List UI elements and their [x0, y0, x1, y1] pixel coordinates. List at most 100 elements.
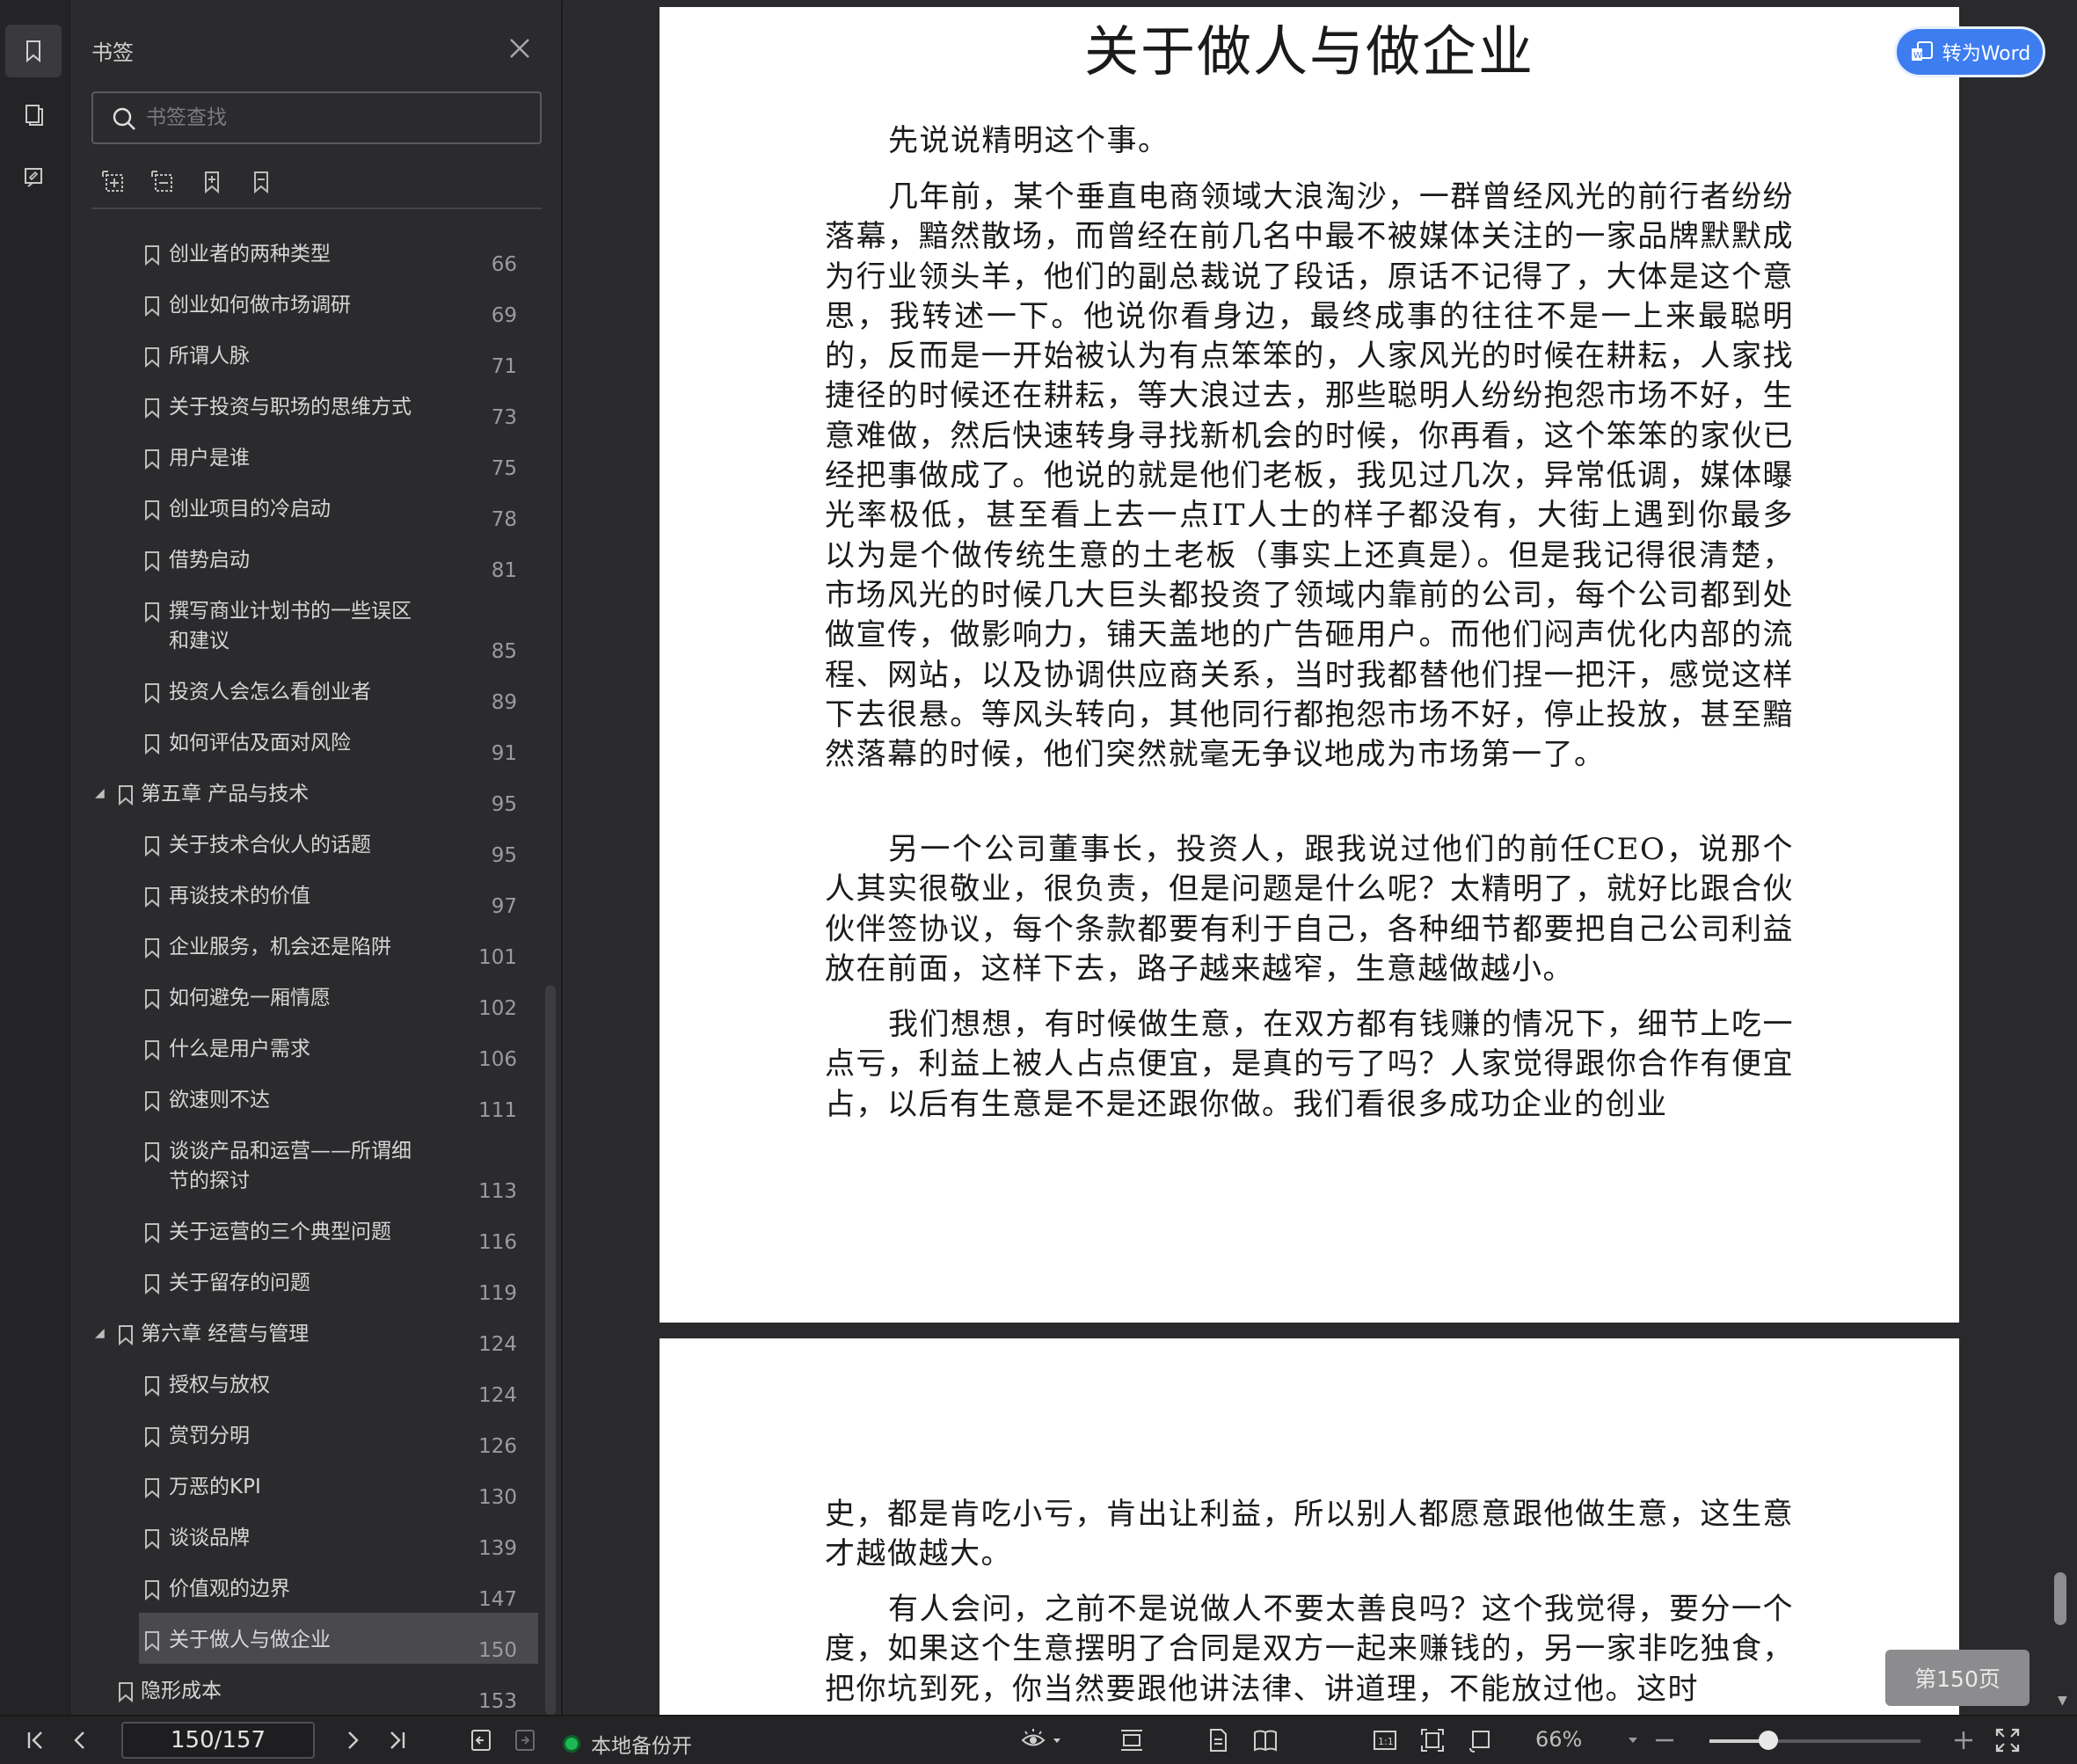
paragraph: 先说说精明这个事。 [888, 123, 1170, 158]
first-page-button[interactable] [23, 1727, 49, 1753]
bookmark-item[interactable]: 关于留存的问题 119 [91, 1270, 542, 1321]
bookmark-item[interactable]: 赏罚分明 126 [91, 1423, 542, 1474]
bookmark-label: 授权与放权 [169, 1374, 270, 1396]
eye-protection-button[interactable] [1020, 1727, 1064, 1753]
bookmark-label: 投资人会怎么看创业者 [169, 681, 371, 703]
page-forward-icon [515, 1730, 535, 1751]
zoom-in-button[interactable] [1950, 1727, 1977, 1753]
bookmark-page-number: 78 [491, 508, 517, 531]
bookmark-panel-button[interactable] [5, 25, 62, 77]
bookmark-label: 创业项目的冷启动 [169, 498, 331, 521]
zoom-dropdown-button[interactable] [1620, 1727, 1646, 1753]
bookmark-item[interactable]: 所谓人脉 71 [91, 343, 542, 394]
fullscreen-button[interactable] [1994, 1727, 2021, 1753]
bookmark-item[interactable]: 如何评估及面对风险 91 [91, 730, 542, 781]
bookmark-item[interactable]: 万恶的KPI 130 [91, 1474, 542, 1525]
thumbnail-panel-button[interactable] [5, 88, 62, 141]
zoom-out-button[interactable] [1651, 1727, 1678, 1753]
bookmark-icon [145, 500, 159, 521]
single-page-button[interactable] [1205, 1727, 1231, 1753]
collapse-all-button[interactable] [149, 169, 176, 195]
fit-width-button[interactable] [1119, 1727, 1145, 1753]
zoom-value[interactable]: 66% [1535, 1727, 1582, 1752]
bookmark-icon [145, 551, 159, 572]
left-rail [0, 0, 70, 1715]
collapse-all-icon [151, 171, 172, 192]
bookmark-item[interactable]: 企业服务，机会还是陷阱 101 [91, 934, 542, 985]
sidebar-scrollbar[interactable] [545, 985, 556, 1715]
bookmark-item[interactable]: 关于运营的三个典型问题 116 [91, 1219, 542, 1270]
annotation-icon [25, 168, 42, 187]
collapse-triangle-icon[interactable]: ◢ [95, 786, 105, 800]
bookmark-item[interactable]: 借势启动 81 [91, 547, 542, 598]
local-backup-status[interactable]: 本地备份开 [563, 1729, 692, 1759]
first-page-icon [27, 1731, 42, 1749]
convert-to-word-button[interactable]: W 转为Word [1894, 26, 2045, 77]
bookmark-item[interactable]: ◢ 第六章 经营与管理 124 [91, 1321, 542, 1372]
bookmark-search-input[interactable] [146, 106, 515, 129]
bookmark-item[interactable]: 关于技术合伙人的话题 95 [91, 832, 542, 883]
bookmark-icon [145, 1427, 159, 1447]
bookmark-item[interactable]: 用户是谁 75 [91, 445, 542, 496]
previous-page-button[interactable] [67, 1727, 93, 1753]
bookmark-item[interactable]: 创业项目的冷启动 78 [91, 496, 542, 547]
bookmark-item[interactable]: 谈谈品牌 139 [91, 1525, 542, 1576]
bookmark-item[interactable]: 关于做人与做企业 150 [91, 1613, 542, 1678]
bookmark-item[interactable]: 隐形成本 153 [91, 1678, 542, 1715]
current-page-badge: 第150页 [1885, 1650, 2030, 1706]
bookmark-label: 如何评估及面对风险 [169, 732, 351, 754]
fit-page-button[interactable] [1419, 1727, 1446, 1753]
page-back-icon [471, 1730, 491, 1751]
next-page-button[interactable] [339, 1727, 366, 1753]
bookmark-icon [26, 40, 40, 63]
document-scrollbar[interactable] [2054, 1572, 2066, 1625]
bookmark-page-number: 139 [478, 1537, 517, 1560]
close-sidebar-button[interactable] [506, 35, 533, 62]
bookmark-item[interactable]: 关于投资与职场的思维方式 73 [91, 394, 542, 445]
page-forward-button[interactable] [512, 1727, 538, 1753]
actual-size-button[interactable]: 1:1 [1372, 1727, 1398, 1753]
backup-label: 本地备份开 [591, 1735, 692, 1758]
bookmark-icon [145, 683, 159, 703]
bookmark-item[interactable]: 投资人会怎么看创业者 89 [91, 679, 542, 730]
bookmark-item[interactable]: 创业者的两种类型 66 [91, 241, 542, 292]
pages-icon [26, 105, 43, 126]
bookmark-label: 隐形成本 [141, 1680, 222, 1702]
paragraph: 史，都是肯吃小亏，肯出让利益，所以别人都愿意跟他做生意，这生意才越做越大。 [825, 1497, 1794, 1572]
zoom-slider-handle[interactable] [1759, 1731, 1779, 1750]
expand-all-icon [102, 171, 123, 192]
bookmark-label: 关于留存的问题 [169, 1272, 310, 1294]
last-page-button[interactable] [383, 1727, 410, 1753]
last-page-icon [390, 1731, 405, 1749]
collapse-triangle-icon[interactable]: ◢ [95, 1326, 105, 1340]
bookmark-icon [145, 245, 159, 266]
rotate-page-button[interactable] [468, 1727, 494, 1753]
page-title: 关于做人与做企业 [1083, 19, 1534, 84]
bookmark-item[interactable]: 撰写商业计划书的一些误区 和建议 85 [91, 598, 542, 679]
rotate-view-button[interactable] [1467, 1727, 1493, 1753]
bookmark-item[interactable]: 欲速则不达 111 [91, 1087, 542, 1138]
search-icon [113, 107, 135, 130]
bookmark-item[interactable]: 如何避免一厢情愿 102 [91, 985, 542, 1036]
scroll-down-arrow[interactable]: ▼ [2058, 1694, 2067, 1708]
bookmark-item[interactable]: 什么是用户需求 106 [91, 1036, 542, 1087]
bookmark-icon [145, 1274, 159, 1294]
bookmark-item[interactable]: 授权与放权 124 [91, 1372, 542, 1423]
bookmark-icon [145, 1142, 159, 1163]
page-number-input[interactable]: 150/157 [121, 1722, 315, 1759]
bookmark-page-number: 71 [491, 355, 517, 378]
bookmark-item[interactable]: ◢ 第五章 产品与技术 95 [91, 781, 542, 832]
bookmark-label: 第五章 产品与技术 [141, 783, 310, 805]
bookmark-item[interactable]: 再谈技术的价值 97 [91, 883, 542, 934]
double-page-button[interactable] [1252, 1727, 1279, 1753]
remove-bookmark-button[interactable] [248, 169, 274, 195]
expand-all-button[interactable] [100, 169, 127, 195]
minus-icon [1656, 1738, 1673, 1742]
bookmark-item[interactable]: 创业如何做市场调研 69 [91, 292, 542, 343]
bookmark-icon [119, 1325, 133, 1345]
chevron-right-icon [348, 1731, 359, 1749]
annotation-panel-button[interactable] [5, 151, 62, 204]
bookmark-icon [145, 1580, 159, 1600]
bookmark-item[interactable]: 谈谈产品和运营——所谓细 节的探讨 113 [91, 1138, 542, 1219]
add-bookmark-button[interactable] [199, 169, 225, 195]
